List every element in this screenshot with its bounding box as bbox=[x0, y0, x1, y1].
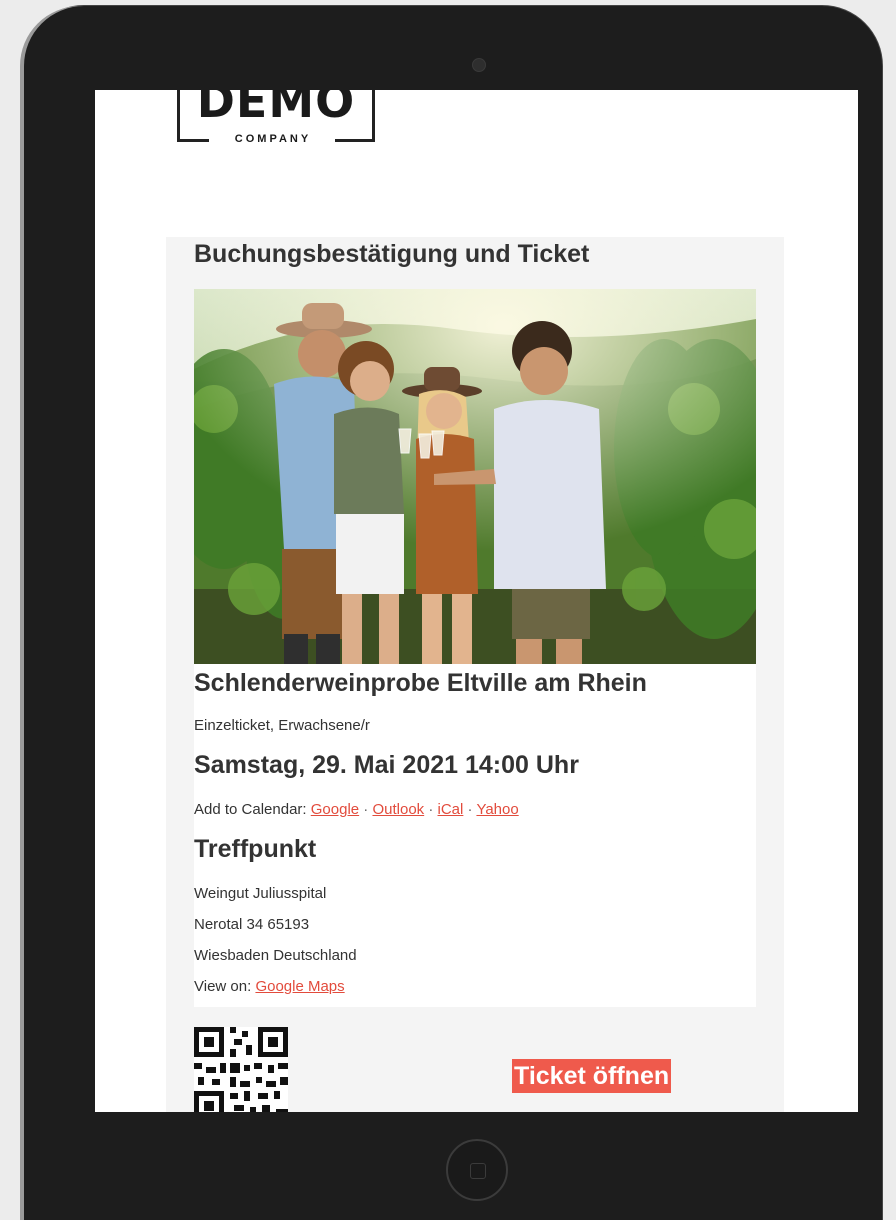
calendar-separator: · bbox=[428, 801, 434, 818]
calendar-link-outlook[interactable]: Outlook bbox=[372, 801, 424, 818]
add-to-calendar: Add to Calendar: Google · Outlook · iCal… bbox=[194, 801, 519, 818]
booking-card: Buchungsbestätigung und Ticket Schlender… bbox=[166, 237, 784, 1112]
page-title: Buchungsbestätigung und Ticket bbox=[194, 240, 590, 268]
venue-name: Weingut Juliusspital bbox=[194, 885, 327, 902]
logo-word: DEMO bbox=[196, 90, 356, 128]
view-on-maps: View on: Google Maps bbox=[194, 978, 345, 995]
google-maps-link[interactable]: Google Maps bbox=[255, 978, 344, 995]
home-square-icon bbox=[470, 1163, 486, 1179]
camera-icon bbox=[472, 58, 486, 72]
open-ticket-button[interactable]: Ticket öffnen bbox=[512, 1059, 672, 1093]
tablet-device: DEMO COMPANY Buchungsbestätigung und Tic… bbox=[24, 6, 882, 1220]
qr-code bbox=[194, 1027, 288, 1112]
venue-city: Wiesbaden Deutschland bbox=[194, 947, 357, 964]
calendar-prefix: Add to Calendar: bbox=[194, 801, 307, 818]
home-button[interactable] bbox=[446, 1139, 508, 1201]
vineyard-photo-illustration bbox=[194, 289, 756, 664]
calendar-link-ical[interactable]: iCal bbox=[438, 801, 464, 818]
event-details: Schlenderweinprobe Eltville am Rhein Ein… bbox=[194, 289, 756, 1007]
calendar-link-yahoo[interactable]: Yahoo bbox=[476, 801, 518, 818]
venue-street: Nerotal 34 65193 bbox=[194, 916, 310, 933]
event-title: Schlenderweinprobe Eltville am Rhein bbox=[194, 669, 647, 697]
calendar-separator: · bbox=[467, 801, 473, 818]
calendar-separator: · bbox=[363, 801, 369, 818]
meeting-point-title: Treffpunkt bbox=[194, 835, 317, 863]
calendar-link-google[interactable]: Google bbox=[311, 801, 359, 818]
event-photo bbox=[194, 289, 756, 664]
event-date: Samstag, 29. Mai 2021 14:00 Uhr bbox=[194, 751, 579, 779]
logo-frame-bottom: COMPANY bbox=[177, 118, 375, 152]
view-on-label: View on: bbox=[194, 978, 252, 995]
logo-subtitle: COMPANY bbox=[234, 133, 312, 145]
ticket-type: Einzelticket, Erwachsene/r bbox=[194, 717, 370, 734]
logo-rule-right bbox=[335, 139, 375, 142]
logo-rule-left bbox=[177, 139, 209, 142]
email-screen: DEMO COMPANY Buchungsbestätigung und Tic… bbox=[95, 90, 858, 1112]
